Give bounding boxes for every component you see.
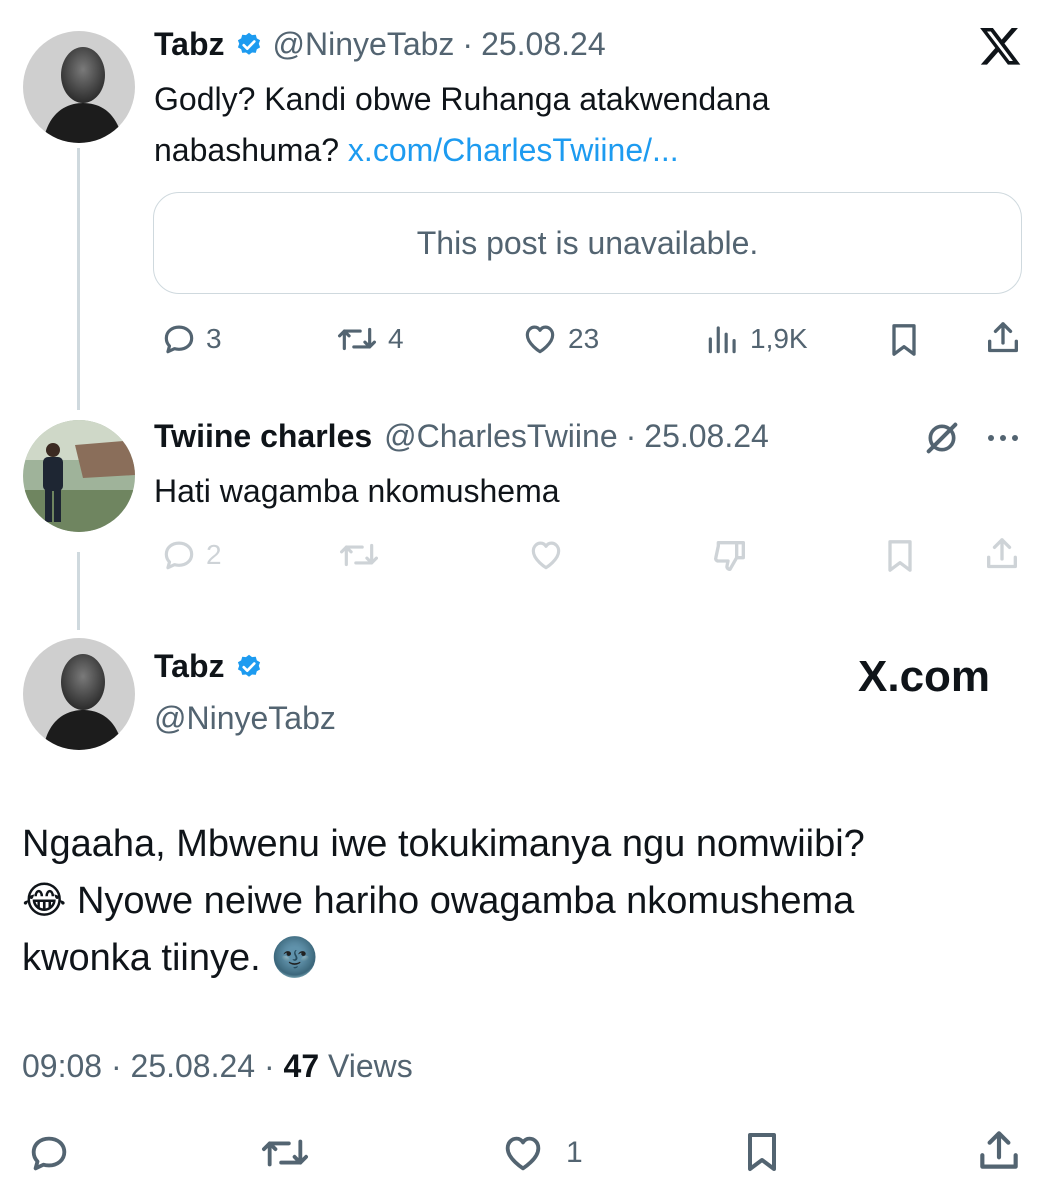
reply-count: 2 <box>206 539 222 570</box>
repost-icon[interactable] <box>336 536 382 574</box>
bookmark-icon[interactable] <box>884 320 924 360</box>
avatar-tabz[interactable] <box>23 638 135 750</box>
like-count: 1 <box>566 1136 583 1169</box>
post-text-line2: nabashuma? <box>154 132 340 168</box>
reply-button[interactable]: 3 <box>160 320 222 358</box>
reply-button[interactable]: 2 <box>160 536 222 574</box>
post-text-line1: Godly? Kandi obwe Ruhanga atakwendana <box>154 81 770 117</box>
author-handle[interactable]: @CharlesTwiine <box>384 418 617 455</box>
author-name[interactable]: Tabz <box>154 26 225 63</box>
post-text: Hati wagamba nkomushema <box>154 473 560 509</box>
share-icon[interactable] <box>983 318 1023 358</box>
post-meta: 09:08 · 25.08.24 · 47 Views <box>22 1048 413 1085</box>
main-post-text: Ngaaha, Mbwenu iwe tokukimanya ngu nomwi… <box>22 816 1022 987</box>
reply-count: 3 <box>206 323 222 354</box>
separator-dot: · <box>110 1048 122 1084</box>
heart-icon <box>498 1130 548 1176</box>
laughing-emoji: 😂 <box>22 880 67 922</box>
thread-line-2 <box>77 552 80 630</box>
author-name[interactable]: Twiine charles <box>154 418 372 455</box>
share-icon[interactable] <box>982 534 1022 574</box>
repost-icon <box>334 320 380 358</box>
quote-unavailable-card[interactable]: This post is unavailable. <box>153 192 1022 294</box>
reply-icon <box>160 536 198 574</box>
post-text: Godly? Kandi obwe Ruhanga atakwendana na… <box>154 74 994 176</box>
views-count: 1,9K <box>750 323 808 354</box>
like-button[interactable]: 1 <box>498 1130 583 1176</box>
verified-badge-icon <box>235 31 263 59</box>
views-icon <box>704 320 742 358</box>
heart-icon[interactable] <box>526 536 566 574</box>
repost-icon[interactable] <box>258 1130 312 1176</box>
avatar-twiine-charles[interactable] <box>23 420 135 532</box>
share-icon[interactable] <box>974 1126 1024 1176</box>
author-handle[interactable]: @NinyeTabz <box>154 700 336 737</box>
reply-icon[interactable] <box>26 1130 72 1176</box>
x-logo-icon[interactable] <box>980 28 1022 66</box>
avatar-tabz[interactable] <box>23 31 135 143</box>
downvote-icon[interactable] <box>710 536 750 576</box>
more-icon[interactable] <box>986 428 1020 448</box>
views-label: Views <box>328 1048 413 1084</box>
repost-count: 4 <box>388 323 404 354</box>
separator-dot: · <box>625 418 637 454</box>
like-count: 23 <box>568 323 600 354</box>
quote-unavailable-text: This post is unavailable. <box>416 224 759 261</box>
post-date[interactable]: 25.08.24 <box>481 26 606 63</box>
main-text-line2: Nyowe neiwe hariho owagamba nkomushema <box>76 880 855 922</box>
post-date[interactable]: 25.08.24 <box>131 1048 256 1084</box>
author-handle[interactable]: @NinyeTabz <box>273 26 455 63</box>
views-button[interactable]: 1,9K <box>704 320 808 358</box>
like-button[interactable]: 23 <box>520 320 599 358</box>
main-text-line1: Ngaaha, Mbwenu iwe tokukimanya ngu nomwi… <box>22 823 865 865</box>
x-com-brand: X.com <box>858 652 991 701</box>
author-name[interactable]: Tabz <box>154 648 225 685</box>
reply-icon <box>160 320 198 358</box>
bookmark-icon[interactable] <box>880 536 920 576</box>
views-count[interactable]: 47 <box>284 1048 320 1084</box>
grok-icon[interactable] <box>922 418 962 458</box>
verified-badge-icon <box>235 653 263 681</box>
bookmark-icon[interactable] <box>738 1128 786 1176</box>
main-text-line3: kwonka tiinye. <box>22 937 261 979</box>
heart-icon <box>520 320 560 358</box>
separator-dot: · <box>263 1048 275 1084</box>
post-link[interactable]: x.com/CharlesTwiine/... <box>348 132 679 168</box>
post-date[interactable]: 25.08.24 <box>644 418 769 455</box>
separator-dot: · <box>462 26 474 62</box>
thread-line-1 <box>77 148 80 410</box>
new-moon-emoji: 🌚 <box>271 937 319 979</box>
post-time[interactable]: 09:08 <box>22 1048 102 1084</box>
repost-button[interactable]: 4 <box>334 320 404 358</box>
